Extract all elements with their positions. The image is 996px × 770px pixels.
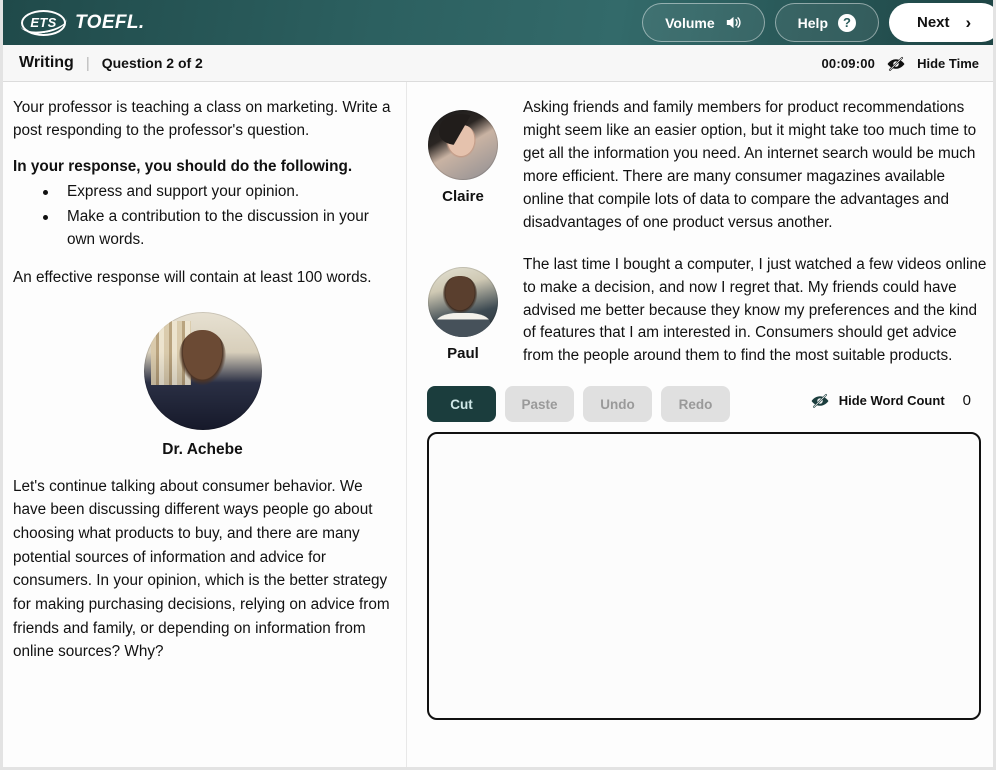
top-header-bar: ETS TOEFL. Volume Help ? Next ›	[3, 0, 993, 45]
post-author-name: Paul	[447, 344, 479, 362]
question-mark-icon: ?	[838, 13, 856, 32]
post-body: The last time I bought a computer, I jus…	[523, 255, 987, 365]
response-textarea[interactable]	[427, 432, 981, 721]
next-button[interactable]: Next ›	[889, 3, 993, 42]
discussion-post: Claire Asking friends and family members…	[423, 94, 987, 235]
discussion-and-editor-panel: Claire Asking friends and family members…	[407, 82, 993, 767]
eye-slash-icon[interactable]	[886, 56, 906, 72]
word-requirement-text: An effective response will contain at le…	[13, 269, 372, 287]
professor-name: Dr. Achebe	[162, 440, 243, 458]
volume-button[interactable]: Volume	[642, 3, 765, 42]
volume-button-label: Volume	[665, 14, 715, 31]
eye-slash-icon[interactable]	[810, 393, 830, 409]
toefl-wordmark: TOEFL.	[75, 11, 145, 33]
hide-word-count-label[interactable]: Hide Word Count	[839, 393, 945, 408]
sub-header-bar: Writing | Question 2 of 2 00:09:00 Hide …	[3, 45, 993, 82]
countdown-timer: 00:09:00	[821, 56, 876, 71]
undo-button[interactable]: Undo	[583, 386, 652, 423]
ets-toefl-brand: ETS TOEFL.	[21, 9, 145, 36]
hide-time-label[interactable]: Hide Time	[917, 56, 979, 71]
chevron-right-icon: ›	[965, 12, 972, 32]
speaker-icon	[725, 15, 742, 30]
redo-button[interactable]: Redo	[661, 386, 730, 423]
help-button[interactable]: Help ?	[774, 3, 879, 42]
professor-block: Dr. Achebe	[13, 311, 392, 459]
word-count-value: 0	[962, 392, 971, 410]
timer-group: 00:09:00 Hide Time	[821, 45, 979, 82]
paste-button[interactable]: Paste	[505, 386, 574, 423]
avatar	[428, 266, 498, 337]
directions-heading: In your response, you should do the foll…	[13, 157, 353, 175]
section-title: Writing	[19, 54, 74, 71]
question-progress-label: Question 2 of 2	[101, 55, 203, 71]
editor-toolbar: Cut Paste Undo Redo Hide Word Count 0	[427, 384, 987, 424]
ets-logo-icon: ETS	[21, 9, 66, 36]
prompt-intro: Your professor is teaching a class on ma…	[13, 99, 391, 140]
header-divider: |	[85, 54, 90, 72]
post-author-name: Claire	[442, 188, 484, 205]
main-content: Your professor is teaching a class on ma…	[3, 82, 993, 767]
prompt-panel: Your professor is teaching a class on ma…	[3, 82, 407, 767]
word-count-group: Hide Word Count 0	[810, 392, 971, 409]
post-author-block: Paul	[423, 251, 503, 369]
professor-question-text: Let's continue talking about consumer be…	[13, 477, 390, 661]
ets-logo-label: ETS	[30, 15, 57, 30]
list-item: Make a contribution to the discussion in…	[13, 206, 392, 252]
help-button-label: Help	[797, 14, 828, 31]
avatar	[143, 311, 262, 430]
post-author-block: Claire	[423, 94, 503, 235]
avatar	[428, 110, 498, 180]
discussion-post: Paul The last time I bought a computer, …	[423, 251, 987, 369]
top-actions: Volume Help ? Next ›	[642, 3, 993, 42]
cut-button[interactable]: Cut	[427, 386, 496, 423]
directions-list: Express and support your opinion. Make a…	[13, 181, 392, 252]
list-item: Express and support your opinion.	[13, 181, 392, 204]
toefl-test-window: ETS TOEFL. Volume Help ? Next › Writing …	[0, 0, 996, 770]
post-body: Asking friends and family members for pr…	[523, 99, 977, 231]
next-button-label: Next	[917, 14, 950, 31]
